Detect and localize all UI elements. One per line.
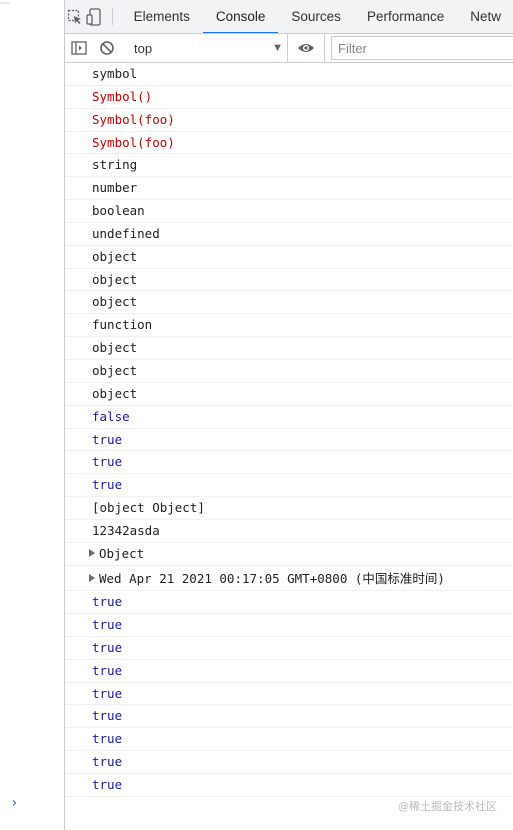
console-message: Symbol(foo) xyxy=(65,132,513,155)
show-sidebar-icon[interactable] xyxy=(65,41,93,55)
console-toolbar: top ▼ Filter xyxy=(65,34,513,63)
console-message-text: true xyxy=(92,662,123,678)
tab-performance[interactable]: Performance xyxy=(354,0,457,33)
console-message-text: symbol xyxy=(92,66,138,81)
console-message: true xyxy=(65,683,513,706)
console-message[interactable]: Object xyxy=(65,543,513,566)
console-message-text: Symbol(foo) xyxy=(92,134,175,150)
console-message-text: Wed Apr 21 2021 00:17:05 GMT+0800 (中国标准时… xyxy=(99,570,445,586)
console-message-text: Symbol(foo) xyxy=(92,111,175,127)
console-message: object xyxy=(65,269,513,292)
console-message: true xyxy=(65,728,513,752)
console-message: true xyxy=(65,660,513,683)
console-message-text: true xyxy=(92,708,123,724)
watermark: @稀土掘金技术社区 xyxy=(398,800,497,813)
console-message-text: object xyxy=(92,385,138,401)
console-message-text: false xyxy=(92,408,130,424)
console-message: true xyxy=(65,637,513,660)
console-message-text: true xyxy=(92,777,123,792)
console-message: boolean xyxy=(65,200,513,223)
device-toolbar-icon[interactable] xyxy=(84,0,103,33)
expand-triangle-icon[interactable] xyxy=(89,549,95,558)
console-message-text: boolean xyxy=(92,203,145,219)
console-message: undefined xyxy=(65,223,513,246)
console-message: Symbol() xyxy=(65,86,513,109)
console-message: function xyxy=(65,314,513,338)
devtools-panel: Elements Console Sources Performance Net… xyxy=(64,0,513,830)
console-message: object xyxy=(65,337,513,360)
console-message: object xyxy=(65,360,513,383)
console-message: 12342asda xyxy=(65,520,513,543)
filter-placeholder: Filter xyxy=(338,40,367,56)
console-message: object xyxy=(65,291,513,315)
context-selector[interactable]: top ▼ xyxy=(128,34,288,62)
tab-console[interactable]: Console xyxy=(202,0,279,33)
console-message-text: Object xyxy=(99,545,145,561)
console-message: true xyxy=(65,774,513,797)
console-message: true xyxy=(65,751,513,774)
console-message-text: undefined xyxy=(92,225,160,241)
live-expression-eye-icon[interactable] xyxy=(288,34,325,62)
console-message: true xyxy=(65,451,513,475)
console-message-text: object xyxy=(92,362,138,378)
console-message: object xyxy=(65,246,513,269)
page-gutter xyxy=(0,0,64,830)
console-message-text: true xyxy=(92,754,123,770)
expand-triangle-icon[interactable] xyxy=(89,574,95,583)
console-message-text: 12342asda xyxy=(92,522,160,538)
console-message-text: Symbol() xyxy=(92,88,153,104)
clear-console-icon[interactable] xyxy=(93,40,121,56)
inspect-element-icon[interactable] xyxy=(65,0,84,33)
console-message: false xyxy=(65,406,513,429)
console-message: true xyxy=(65,474,513,498)
console-message-text: [object Object] xyxy=(92,500,205,516)
console-message-text: string xyxy=(92,157,138,173)
dropdown-arrow-icon: ▼ xyxy=(272,42,283,54)
console-message-text: object xyxy=(92,248,138,264)
console-message: Symbol(foo) xyxy=(65,109,513,132)
console-message-text: object xyxy=(92,294,138,310)
console-message-text: true xyxy=(92,477,123,493)
console-message-text: true xyxy=(92,731,123,747)
tab-elements[interactable]: Elements xyxy=(121,0,203,33)
tab-network[interactable]: Netw xyxy=(457,0,513,33)
console-message[interactable]: Wed Apr 21 2021 00:17:05 GMT+0800 (中国标准时… xyxy=(65,566,513,592)
console-message: number xyxy=(65,177,513,201)
console-message-text: true xyxy=(92,594,123,610)
console-message-text: true xyxy=(92,639,123,655)
console-message: string xyxy=(65,154,513,178)
console-message-text: object xyxy=(92,340,138,356)
console-message: [object Object] xyxy=(65,497,513,520)
console-message: symbol xyxy=(65,63,513,86)
context-selector-value: top xyxy=(134,40,153,56)
filter-input[interactable]: Filter xyxy=(331,36,513,60)
console-message-text: function xyxy=(92,317,153,333)
console-message-text: true xyxy=(92,617,123,633)
console-message: true xyxy=(65,705,513,729)
console-message: true xyxy=(65,614,513,637)
console-messages: symbol Symbol() Symbol(foo) Symbol(foo) stri… xyxy=(65,63,513,797)
tabbar-divider xyxy=(111,8,113,25)
console-message-text: true xyxy=(92,454,123,470)
console-message-text: true xyxy=(92,431,123,447)
devtools-tabbar: Elements Console Sources Performance Net… xyxy=(65,0,513,34)
console-message-text: object xyxy=(92,271,138,287)
console-message: object xyxy=(65,383,513,406)
console-message: true xyxy=(65,591,513,615)
console-message-text: number xyxy=(92,180,138,196)
console-message-text: true xyxy=(92,685,123,701)
console-message: true xyxy=(65,429,513,452)
gutter-mark xyxy=(0,2,10,4)
console-prompt-icon[interactable]: › xyxy=(10,795,18,811)
tab-sources[interactable]: Sources xyxy=(278,0,354,33)
